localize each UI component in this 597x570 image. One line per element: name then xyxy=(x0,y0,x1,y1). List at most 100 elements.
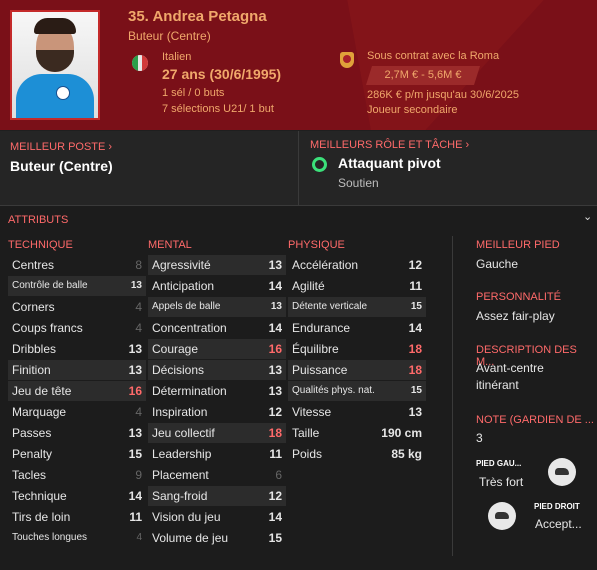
attribute-value: 16 xyxy=(128,384,142,398)
attribute-name: Volume de jeu xyxy=(152,531,229,545)
chevron-right-icon: › xyxy=(108,141,113,153)
attribute-row[interactable]: Détente verticale 15 xyxy=(288,297,426,317)
attribute-name: Équilibre xyxy=(292,342,339,356)
nationality[interactable]: Italien xyxy=(162,51,191,63)
attribute-row[interactable]: Tirs de loin 11 xyxy=(8,507,146,527)
attribute-name: Inspiration xyxy=(152,405,208,419)
player-name[interactable]: 35. Andrea Petagna xyxy=(128,8,267,25)
attribute-row[interactable]: Appels de balle 13 xyxy=(148,297,286,317)
attribute-row[interactable]: Marquage 4 xyxy=(8,402,146,422)
club-crest-icon[interactable] xyxy=(340,52,354,68)
attribute-name: Marquage xyxy=(12,405,67,419)
media-description-line1: Avant-centre xyxy=(476,361,544,375)
attribute-row[interactable]: Tacles 9 xyxy=(8,465,146,485)
attribute-value: 13 xyxy=(128,342,142,356)
best-role: Attaquant pivot xyxy=(338,155,441,171)
attribute-value: 6 xyxy=(275,468,282,482)
attribute-row[interactable]: Coups francs 4 xyxy=(8,318,146,338)
attribute-row[interactable]: Jeu de tête 16 xyxy=(8,381,146,401)
positions-panel: MEILLEUR POSTE › Buteur (Centre) MEILLEU… xyxy=(0,131,597,206)
attribute-name: Concentration xyxy=(152,321,227,335)
attribute-row[interactable]: Passes 13 xyxy=(8,423,146,443)
chevron-right-icon: › xyxy=(465,139,470,151)
right-foot-value: Accept... xyxy=(535,517,582,531)
attribute-value: 13 xyxy=(128,363,142,377)
attribute-row[interactable]: Anticipation 14 xyxy=(148,276,286,296)
attribute-value: 9 xyxy=(135,468,142,482)
attribute-row[interactable]: Qualités phys. nat. 15 xyxy=(288,381,426,401)
attribute-row[interactable]: Agressivité 13 xyxy=(148,255,286,275)
attribute-value: 16 xyxy=(268,342,282,356)
attribute-name: Tacles xyxy=(12,468,47,482)
best-position: Buteur (Centre) xyxy=(10,158,113,174)
attribute-row[interactable]: Accélération 12 xyxy=(288,255,426,275)
attribute-value: 4 xyxy=(135,300,142,314)
attribute-name: Poids xyxy=(292,447,323,461)
attribute-row[interactable]: Vision du jeu 14 xyxy=(148,507,286,527)
attribute-value: 15 xyxy=(128,447,142,461)
attribute-row[interactable]: Finition 13 xyxy=(8,360,146,380)
attribute-row[interactable]: Agilité 11 xyxy=(288,276,426,296)
attribute-name: Technique xyxy=(12,489,67,503)
attribute-name: Passes xyxy=(12,426,52,440)
attribute-value: 13 xyxy=(268,363,282,377)
contract-info[interactable]: Sous contrat avec la Roma xyxy=(367,50,499,62)
player-age: 27 ans (30/6/1995) xyxy=(162,66,282,82)
left-foot-value: Très fort xyxy=(479,475,524,489)
attribute-row[interactable]: Équilibre 18 xyxy=(288,339,426,359)
attribute-row[interactable]: Touches longues 4 xyxy=(8,528,146,548)
attribute-name: Dribbles xyxy=(12,342,57,356)
squad-status: Joueur secondaire xyxy=(367,104,458,116)
attribute-name: Leadership xyxy=(152,447,212,461)
attribute-name: Jeu de tête xyxy=(12,384,72,398)
attribute-row[interactable]: Taille 190 cm xyxy=(288,423,426,443)
attribute-row[interactable]: Puissance 18 xyxy=(288,360,426,380)
attribute-value: 14 xyxy=(268,279,282,293)
attribute-row[interactable]: Poids 85 kg xyxy=(288,444,426,464)
attribute-row[interactable]: Leadership 11 xyxy=(148,444,286,464)
physical-heading: PHYSIQUE xyxy=(288,239,345,251)
chevron-down-icon[interactable]: ⌄ xyxy=(583,210,592,223)
attribute-name: Courage xyxy=(152,342,199,356)
mental-heading: MENTAL xyxy=(148,239,192,251)
attribute-value: 15 xyxy=(410,301,422,312)
personality: Assez fair-play xyxy=(476,309,555,323)
attribute-row[interactable]: Concentration 14 xyxy=(148,318,286,338)
attribute-name: Agilité xyxy=(292,279,325,293)
attribute-row[interactable]: Centres 8 xyxy=(8,255,146,275)
attribute-row[interactable]: Penalty 15 xyxy=(8,444,146,464)
attribute-row[interactable]: Placement 6 xyxy=(148,465,286,485)
role-indicator-icon xyxy=(312,157,327,172)
best-foot-label: MEILLEUR PIED xyxy=(476,239,560,251)
attribute-row[interactable]: Jeu collectif 18 xyxy=(148,423,286,443)
attribute-row[interactable]: Décisions 13 xyxy=(148,360,286,380)
attribute-row[interactable]: Détermination 13 xyxy=(148,381,286,401)
attribute-row[interactable]: Dribbles 13 xyxy=(8,339,146,359)
attribute-row[interactable]: Technique 14 xyxy=(8,486,146,506)
attribute-value: 4 xyxy=(136,532,142,543)
best-role-link[interactable]: MEILLEURS RÔLE ET TÂCHE › xyxy=(310,139,469,151)
attribute-row[interactable]: Sang-froid 12 xyxy=(148,486,286,506)
attribute-row[interactable]: Endurance 14 xyxy=(288,318,426,338)
attribute-name: Endurance xyxy=(292,321,351,335)
attribute-name: Sang-froid xyxy=(152,489,208,503)
attribute-row[interactable]: Vitesse 13 xyxy=(288,402,426,422)
attribute-row[interactable]: Volume de jeu 15 xyxy=(148,528,286,548)
attribute-value: 14 xyxy=(268,321,282,335)
attribute-row[interactable]: Courage 16 xyxy=(148,339,286,359)
wage-info: 286K € p/m jusqu'au 30/6/2025 xyxy=(367,89,519,101)
attribute-value: 190 cm xyxy=(381,426,422,440)
right-foot-label: PIED DROIT xyxy=(534,502,580,511)
attribute-value: 11 xyxy=(269,447,282,461)
attribute-name: Appels de balle xyxy=(152,301,221,312)
attribute-row[interactable]: Inspiration 12 xyxy=(148,402,286,422)
attribute-name: Penalty xyxy=(12,447,53,461)
attribute-row[interactable]: Contrôle de balle 13 xyxy=(8,276,146,296)
attribute-value: 15 xyxy=(410,385,422,396)
attribute-value: 13 xyxy=(408,405,422,419)
attribute-name: Anticipation xyxy=(152,279,215,293)
attribute-row[interactable]: Corners 4 xyxy=(8,297,146,317)
attributes-panel: ATTRIBUTS ⌄ TECHNIQUE MENTAL PHYSIQUE Ce… xyxy=(0,206,597,570)
best-position-link[interactable]: MEILLEUR POSTE › xyxy=(10,141,112,153)
best-foot: Gauche xyxy=(476,257,519,271)
